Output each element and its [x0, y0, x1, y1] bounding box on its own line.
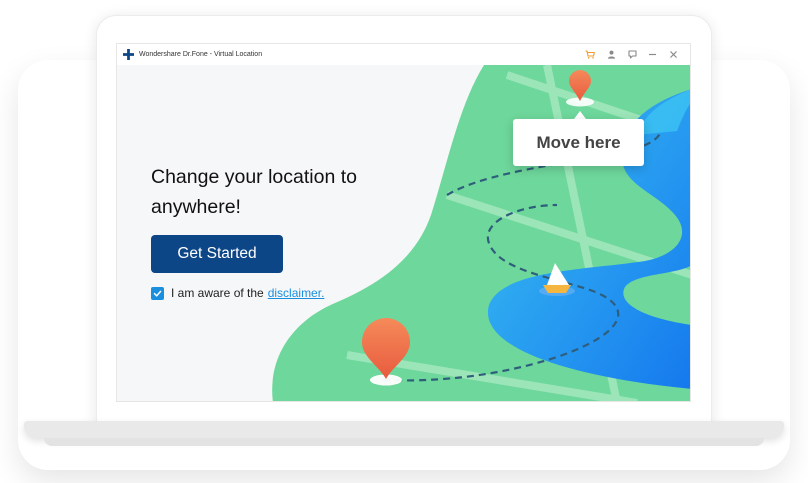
cart-icon — [585, 49, 595, 59]
close-icon — [669, 50, 677, 58]
consent-label: I am aware of the — [171, 286, 264, 300]
cart-button[interactable] — [583, 47, 597, 61]
user-icon — [607, 50, 615, 59]
page-headline: Change your location to anywhere! — [151, 166, 357, 218]
tooltip-pointer — [574, 111, 586, 119]
minimize-button[interactable] — [645, 47, 659, 61]
minimize-icon — [648, 53, 656, 55]
feedback-button[interactable] — [625, 47, 639, 61]
disclaimer-consent: I am aware of the disclaimer. — [151, 286, 324, 300]
drfone-logo-icon — [123, 49, 134, 60]
move-here-tooltip: Move here — [513, 119, 644, 166]
disclaimer-link[interactable]: disclaimer. — [268, 286, 325, 300]
main-content: Move here Change your location to anywhe… — [117, 65, 690, 401]
laptop-base-foot — [44, 438, 764, 446]
get-started-button[interactable]: Get Started — [151, 235, 283, 273]
checkmark-icon — [153, 290, 162, 297]
laptop-base — [24, 421, 784, 438]
close-button[interactable] — [666, 47, 680, 61]
feedback-icon — [627, 49, 637, 59]
map-illustration — [272, 65, 690, 401]
title-bar: Wondershare Dr.Fone - Virtual Location — [117, 44, 690, 66]
consent-checkbox[interactable] — [151, 286, 164, 300]
window-title: Wondershare Dr.Fone - Virtual Location — [139, 51, 263, 58]
app-window: Wondershare Dr.Fone - Virtual Location M… — [116, 43, 691, 402]
account-button[interactable] — [604, 47, 618, 61]
